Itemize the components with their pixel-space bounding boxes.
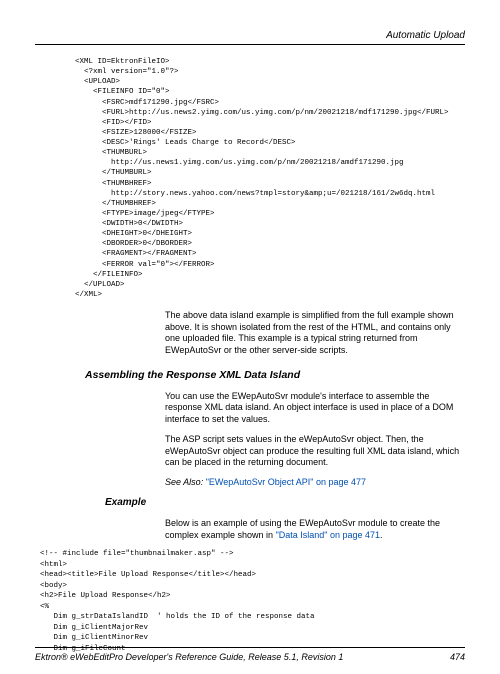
page-header: Automatic Upload (35, 30, 465, 45)
footer-pagenum: 474 (450, 652, 465, 662)
paragraph-1: The above data island example is simplif… (165, 310, 465, 357)
footer-left: Ektron® eWebEditPro Developer's Referenc… (35, 652, 343, 662)
page-footer: Ektron® eWebEditPro Developer's Referenc… (35, 647, 465, 662)
see-also-line: See Also: "EWepAutoSvr Object API" on pa… (165, 477, 465, 487)
para4-link[interactable]: "Data Island" on page 471 (276, 530, 380, 540)
paragraph-3: The ASP script sets values in the eWepAu… (165, 434, 465, 469)
para4-posttext: . (380, 530, 383, 540)
xml-code-block: <XML ID=EktronFileIO> <?xml version="1.0… (75, 57, 465, 300)
see-also-link[interactable]: "EWepAutoSvr Object API" on page 477 (206, 477, 366, 487)
see-also-label: See Also: (165, 477, 206, 487)
heading-example: Example (105, 497, 465, 508)
header-title: Automatic Upload (386, 30, 465, 41)
asp-code-block: <!-- #include file="thumbnailmaker.asp" … (40, 549, 465, 654)
heading-assembling: Assembling the Response XML Data Island (85, 369, 465, 381)
paragraph-4: Below is an example of using the EWepAut… (165, 518, 465, 541)
paragraph-2: You can use the EWepAutoSvr module's int… (165, 391, 465, 426)
